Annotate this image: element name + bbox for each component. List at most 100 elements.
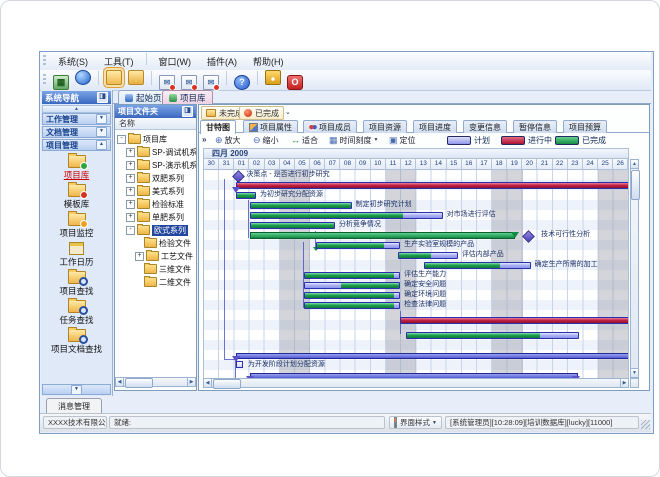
message-manager-tab[interactable]: 消息管理 xyxy=(46,398,102,413)
task-bar[interactable] xyxy=(304,302,400,309)
tree-node-11[interactable]: 二维文件 xyxy=(135,276,191,288)
sidebar-group-1[interactable]: 文档管理▼ xyxy=(42,126,111,138)
expand-icon[interactable]: + xyxy=(126,187,135,196)
tab-start-page[interactable]: 起始页 xyxy=(118,90,169,104)
gantt-horizontal-scrollbar[interactable] xyxy=(203,378,629,388)
tree-node-8[interactable]: 检验文件 xyxy=(135,237,191,249)
interface-style-button[interactable]: 界面样式▼ xyxy=(389,416,442,429)
message-icon[interactable]: ✉ xyxy=(159,75,175,90)
tree-node-7[interactable]: -欧式系列 xyxy=(126,224,188,236)
sidebar-bottom-group[interactable]: ▼ xyxy=(42,384,111,395)
gantt-tab-7[interactable]: 项目预算 xyxy=(563,120,607,133)
menu-item-4[interactable]: 帮助(H) xyxy=(245,53,292,70)
gantt-toolbar-locate-button[interactable]: ▣定位 xyxy=(387,134,418,146)
scroll-thumb[interactable] xyxy=(125,378,153,388)
toolbar-grip[interactable] xyxy=(43,74,46,86)
gantt-tab-4[interactable]: 项目进度 xyxy=(413,120,457,133)
task-bar[interactable] xyxy=(236,182,629,189)
menu-item-0[interactable]: 系统(S) xyxy=(50,53,96,70)
gantt-toolbar-timescale-button[interactable]: ▦时间刻度▼ xyxy=(327,134,380,146)
task-bar[interactable] xyxy=(250,212,443,219)
task-bar[interactable] xyxy=(304,272,400,279)
gantt-tab-0[interactable]: 甘特图 xyxy=(200,120,236,134)
task-bar[interactable] xyxy=(316,242,400,249)
sidebar-group-0[interactable]: 工作管理▼ xyxy=(42,113,111,125)
gantt-tab-5[interactable]: 变更信息 xyxy=(463,120,507,133)
sidebar-item-0[interactable]: 项目库 xyxy=(42,152,111,179)
tree-node-4[interactable]: +美式系列 xyxy=(126,185,184,197)
task-bar[interactable] xyxy=(406,332,579,339)
sidebar-item-5[interactable]: 任务查找 xyxy=(42,297,111,324)
exit-icon[interactable]: O xyxy=(287,75,303,90)
message-alert-icon[interactable]: ✉ xyxy=(203,75,219,90)
menu-item-3[interactable]: 插件(A) xyxy=(199,53,245,70)
collapse-icon[interactable]: - xyxy=(126,226,135,235)
expand-icon[interactable]: + xyxy=(135,252,144,261)
sidebar-item-2[interactable]: 项目监控 xyxy=(42,210,111,237)
tree-node-5[interactable]: +检验标准 xyxy=(126,198,184,210)
tree-node-6[interactable]: +单肥系列 xyxy=(126,211,184,223)
filters-more-button[interactable]: ⌄ xyxy=(285,108,291,116)
chevron-up-icon[interactable]: ▲ xyxy=(96,140,107,150)
sidebar-item-1[interactable]: 模板库 xyxy=(42,181,111,208)
chevron-down-icon[interactable]: ▼ xyxy=(96,114,107,124)
chevron-down-icon[interactable]: ▼ xyxy=(71,385,82,395)
scroll-left-arrow[interactable]: ◀ xyxy=(203,378,212,388)
web-icon[interactable] xyxy=(75,70,91,85)
gantt-toolbar-zoom-in-button[interactable]: ⊕放大 xyxy=(213,134,243,146)
tree-node-9[interactable]: +工艺文件 xyxy=(135,250,193,262)
task-bar[interactable] xyxy=(250,222,335,229)
sidebar-item-6[interactable]: 项目文档查找 xyxy=(42,326,111,353)
milestone-marker[interactable] xyxy=(232,170,245,183)
sidebar-item-3[interactable]: 工作日历 xyxy=(42,239,111,266)
milestone-marker[interactable] xyxy=(522,230,535,243)
summary-bar[interactable] xyxy=(236,353,629,359)
summary-done-bar[interactable] xyxy=(250,232,516,239)
scroll-thumb[interactable] xyxy=(213,379,241,389)
folder-open-icon[interactable] xyxy=(106,70,122,85)
sidebar-group-2[interactable]: 项目管理▲ xyxy=(42,139,111,151)
pin-icon[interactable]: ◨ xyxy=(182,106,193,117)
expand-icon[interactable]: + xyxy=(126,200,135,209)
filter-completed-button[interactable]: 已完成 xyxy=(239,106,284,120)
tree-node-2[interactable]: +SP-演示机系 xyxy=(126,159,196,171)
gantt-tab-3[interactable]: 项目资源 xyxy=(363,120,407,133)
task-bar[interactable] xyxy=(250,202,352,209)
gantt-tab-1[interactable]: 项目属性 xyxy=(243,120,298,133)
toolbar-overflow-button[interactable]: » xyxy=(202,135,206,144)
gantt-tab-2[interactable]: 项目成员 xyxy=(303,120,357,133)
connect-icon[interactable]: ▦ xyxy=(53,75,69,90)
scroll-down-arrow[interactable]: ▼ xyxy=(630,368,639,378)
task-bar[interactable] xyxy=(424,262,531,269)
tree-node-0[interactable]: -项目库 xyxy=(117,133,167,145)
gantt-toolbar-zoom-out-button[interactable]: ⊖缩小 xyxy=(251,134,281,146)
collapse-icon[interactable]: - xyxy=(117,135,126,144)
expand-icon[interactable]: + xyxy=(126,213,135,222)
tree-node-1[interactable]: +SP-调试机系 xyxy=(126,146,196,158)
gantt-toolbar-fit-button[interactable]: ↔适合 xyxy=(289,134,320,146)
scroll-right-arrow[interactable]: ▶ xyxy=(620,378,629,388)
chevron-down-icon[interactable]: ▼ xyxy=(96,127,107,137)
expand-icon[interactable]: + xyxy=(126,174,135,183)
sidebar-scroll-up-button[interactable]: ▲ xyxy=(42,105,111,113)
gantt-tab-6[interactable]: 暂停信息 xyxy=(513,120,557,133)
lock-icon[interactable] xyxy=(265,70,281,85)
scroll-right-arrow[interactable]: ▶ xyxy=(187,377,196,387)
task-bar[interactable] xyxy=(398,252,458,259)
task-bar[interactable] xyxy=(236,192,256,199)
scroll-thumb[interactable] xyxy=(631,170,640,200)
expand-icon[interactable]: + xyxy=(126,148,135,157)
expand-icon[interactable]: + xyxy=(126,161,135,170)
task-bar[interactable] xyxy=(304,292,400,299)
message-edit-icon[interactable]: ✉ xyxy=(181,75,197,90)
task-bar[interactable] xyxy=(400,317,629,324)
folder-icon[interactable] xyxy=(128,70,144,85)
pin-icon[interactable]: ◨ xyxy=(97,92,108,103)
scroll-up-arrow[interactable]: ▲ xyxy=(630,159,639,169)
sidebar-item-4[interactable]: 项目查找 xyxy=(42,268,111,295)
menu-item-1[interactable]: 工具(T) xyxy=(96,53,142,70)
resize-grip[interactable] xyxy=(641,420,650,429)
tree-node-3[interactable]: +双肥系列 xyxy=(126,172,184,184)
help-icon[interactable]: ? xyxy=(234,75,250,90)
task-icon-box[interactable] xyxy=(236,361,243,368)
